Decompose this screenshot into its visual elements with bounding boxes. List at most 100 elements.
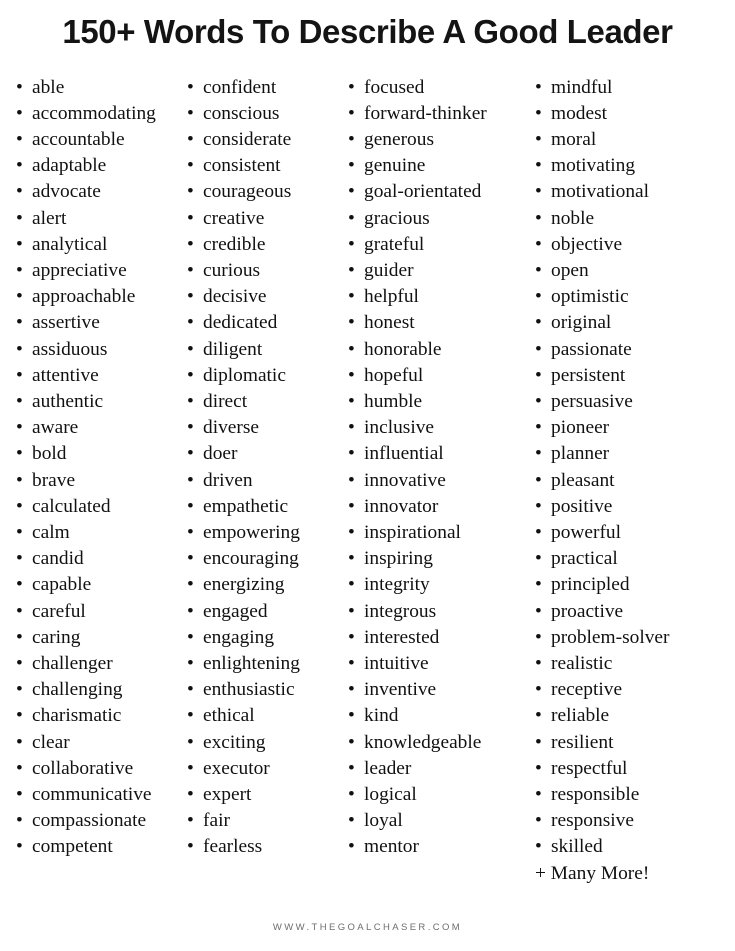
word-list-2: • confident • conscious • considerate • consist…	[185, 75, 340, 861]
bullet-icon: •	[348, 76, 355, 98]
word-label: inclusive	[364, 417, 435, 439]
list-item: • modest	[533, 101, 732, 127]
word-label: receptive	[551, 679, 623, 701]
list-item: • gracious	[346, 206, 522, 232]
word-label: problem-solver	[551, 626, 670, 648]
word-label: ethical	[203, 705, 255, 727]
word-label: honorable	[364, 338, 442, 360]
list-item: • charismatic	[14, 703, 180, 729]
list-item: • receptive	[533, 677, 732, 703]
page-title: 150+ Words To Describe A Good Leader	[62, 14, 673, 51]
word-label: bold	[32, 443, 67, 465]
infographic-page: 150+ Words To Describe A Good Leader • ab…	[0, 0, 735, 951]
word-label: able	[32, 76, 65, 98]
bullet-icon: •	[16, 600, 23, 622]
list-item: • diverse	[185, 415, 340, 441]
list-item: • challenger	[14, 651, 180, 677]
bullet-icon: •	[16, 652, 23, 674]
word-label: empathetic	[203, 495, 289, 517]
bullet-icon: •	[535, 181, 542, 203]
bullet-icon: •	[16, 784, 23, 805]
list-item: • guider	[346, 258, 522, 284]
word-label: genuine	[364, 155, 426, 177]
bullet-icon: •	[16, 443, 23, 465]
word-label: open	[551, 259, 589, 281]
bullet-icon: •	[16, 76, 23, 98]
list-item: • generous	[346, 127, 522, 153]
word-label: credible	[203, 233, 266, 255]
list-item: • aware	[14, 415, 180, 441]
list-item: • fair	[185, 808, 340, 834]
list-item: • clear	[14, 730, 180, 756]
bullet-icon: •	[16, 128, 23, 150]
bullet-icon: •	[16, 181, 23, 203]
bullet-icon: •	[187, 338, 194, 360]
bullet-icon: •	[535, 233, 542, 255]
word-label: candid	[32, 548, 84, 570]
bullet-icon: •	[16, 364, 23, 386]
bullet-icon: •	[348, 443, 355, 465]
list-item: • focused	[346, 75, 522, 101]
word-label: forward-thinker	[364, 102, 487, 124]
word-label: positive	[551, 495, 613, 517]
word-label: powerful	[551, 521, 621, 543]
word-label: innovative	[364, 469, 446, 491]
list-item: • accommodating	[14, 101, 180, 127]
bullet-icon: •	[348, 521, 355, 543]
list-item: • candid	[14, 546, 180, 572]
list-item: • calculated	[14, 494, 180, 520]
word-label: respectful	[551, 757, 628, 779]
bullet-icon: •	[16, 810, 23, 832]
list-item: • skilled	[533, 834, 732, 860]
word-label: creative	[203, 207, 265, 229]
bullet-icon: •	[187, 443, 194, 465]
word-label: knowledgeable	[364, 731, 482, 753]
list-item: • motivational	[533, 179, 732, 205]
word-label: pioneer	[551, 417, 610, 439]
bullet-icon: •	[348, 338, 355, 360]
bullet-icon: •	[16, 390, 23, 412]
word-label: careful	[32, 600, 86, 622]
bullet-icon: •	[187, 102, 194, 124]
bullet-icon: •	[16, 757, 23, 779]
list-item: • doer	[185, 441, 340, 467]
bullet-icon: •	[535, 259, 542, 281]
bullet-icon: •	[187, 364, 194, 386]
word-label: expert	[203, 784, 252, 805]
word-label: alert	[32, 207, 67, 229]
word-label: pleasant	[551, 469, 615, 491]
list-item: • realistic	[533, 651, 732, 677]
list-item: • inspiring	[346, 546, 522, 572]
word-label: accountable	[32, 128, 125, 150]
bullet-icon: •	[187, 757, 194, 779]
word-label: moral	[551, 128, 597, 150]
list-item: • powerful	[533, 520, 732, 546]
bullet-icon: •	[348, 495, 355, 517]
bullet-icon: •	[348, 652, 355, 674]
list-item: • assertive	[14, 310, 180, 336]
list-item: • goal-orientated	[346, 179, 522, 205]
bullet-icon: •	[187, 784, 194, 805]
list-item: • assiduous	[14, 337, 180, 363]
list-item: • pleasant	[533, 468, 732, 494]
list-item: • engaged	[185, 599, 340, 625]
list-item: • driven	[185, 468, 340, 494]
bullet-icon: •	[535, 128, 542, 150]
word-label: engaged	[203, 600, 268, 622]
word-label: charismatic	[32, 705, 122, 727]
list-item: • resilient	[533, 730, 732, 756]
list-item: • integrous	[346, 599, 522, 625]
bullet-icon: •	[348, 417, 355, 439]
bullet-icon: •	[348, 102, 355, 124]
bullet-icon: •	[16, 705, 23, 727]
list-item: • original	[533, 310, 732, 336]
word-label: gracious	[364, 207, 430, 229]
bullet-icon: •	[535, 836, 542, 858]
bullet-icon: •	[16, 207, 23, 229]
bullet-icon: •	[187, 76, 194, 98]
list-item: • proactive	[533, 599, 732, 625]
list-item: • innovative	[346, 468, 522, 494]
bullet-icon: •	[535, 390, 542, 412]
word-label: collaborative	[32, 757, 134, 779]
bullet-icon: •	[535, 312, 542, 334]
